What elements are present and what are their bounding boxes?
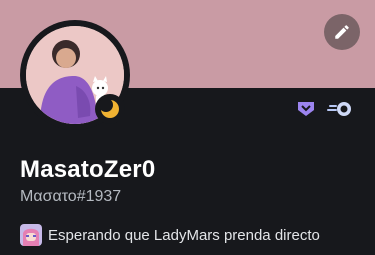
hypesquad-bravery-icon[interactable] <box>295 98 317 120</box>
display-name: MasatoZer0 <box>20 156 156 183</box>
idle-moon-icon <box>100 99 119 118</box>
nitro-boost-icon[interactable] <box>327 98 353 120</box>
status-indicator <box>95 94 125 124</box>
edit-profile-button[interactable] <box>324 14 360 50</box>
custom-status: Esperando que LadyMars prenda directo <box>20 224 320 246</box>
user-tag: Μασατο#1937 <box>20 188 122 205</box>
custom-emoji-icon <box>20 224 42 246</box>
pencil-icon <box>335 25 349 39</box>
badge-list <box>295 98 353 120</box>
custom-status-text: Esperando que LadyMars prenda directo <box>48 226 320 244</box>
